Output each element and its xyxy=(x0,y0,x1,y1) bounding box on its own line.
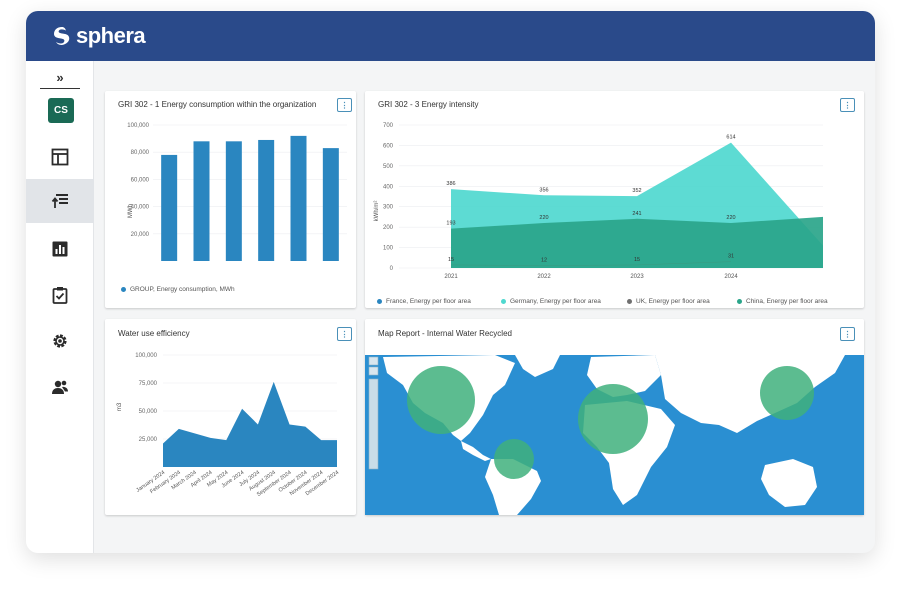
y-tick-label: 25,000 xyxy=(139,437,158,443)
data-label: 386 xyxy=(446,181,455,187)
data-upload-icon xyxy=(51,194,68,208)
energy-intensity-chart: kWh/m² 700 600 500 400 300 200 100 0 386 356 352 61… xyxy=(374,123,823,280)
legend-label: China, Energy per floor area xyxy=(746,298,828,305)
y-tick-label: 200 xyxy=(383,225,394,231)
x-tick-label: 2024 xyxy=(724,274,738,280)
bar xyxy=(225,141,242,261)
double-chevron-right-icon: » xyxy=(56,69,64,85)
data-label: 352 xyxy=(632,188,641,194)
data-label: 193 xyxy=(446,221,455,227)
data-label: 220 xyxy=(539,215,548,221)
sphera-logo-icon xyxy=(54,27,70,45)
y-tick-label: 100 xyxy=(383,246,394,252)
x-tick-label: 2021 xyxy=(444,274,458,280)
app-window: sphera » CS GRI 302 - 1 Energy consumpti… xyxy=(26,11,875,553)
legend-swatch xyxy=(377,299,382,304)
data-label: 356 xyxy=(539,187,548,193)
y-tick-label: 60,000 xyxy=(131,177,150,183)
dashboard-layout-icon xyxy=(51,148,69,166)
y-tick-label: 700 xyxy=(383,123,394,129)
data-label: 614 xyxy=(726,135,735,141)
legend-label: UK, Energy per floor area xyxy=(636,298,710,305)
legend-swatch xyxy=(737,299,742,304)
top-bar: sphera xyxy=(26,11,875,61)
water-recycled-map-card: Map Report - Internal Water Recycled ⋮ xyxy=(365,319,864,515)
sidebar-item-reports[interactable] xyxy=(26,227,94,271)
avatar[interactable]: CS xyxy=(48,98,74,123)
map-zoom-out-button[interactable] xyxy=(368,366,379,376)
map-bubble-north-america[interactable] xyxy=(407,366,475,434)
logo-text: sphera xyxy=(76,23,146,48)
legend-swatch xyxy=(627,299,632,304)
y-axis-label: m3 xyxy=(117,402,123,411)
energy-consumption-card: GRI 302 - 1 Energy consumption within th… xyxy=(105,91,356,308)
energy-intensity-card: GRI 302 - 3 Energy intensity ⋮ kWh/m² 70… xyxy=(365,91,864,308)
y-tick-label: 0 xyxy=(390,266,394,272)
gear-icon xyxy=(53,334,67,348)
y-tick-label: 600 xyxy=(383,143,394,149)
legend-swatch xyxy=(501,299,506,304)
bar xyxy=(193,141,210,261)
map-report-title: Map Report - Internal Water Recycled xyxy=(378,329,512,338)
y-tick-label: 75,000 xyxy=(139,381,158,387)
data-label: 12 xyxy=(541,258,547,264)
world-map[interactable] xyxy=(365,355,864,515)
x-tick-label: 2022 xyxy=(537,274,551,280)
y-tick-label: 80,000 xyxy=(131,150,150,156)
bar xyxy=(161,154,178,261)
bar xyxy=(258,139,275,261)
map-bubble-asia[interactable] xyxy=(760,366,814,420)
sidebar-item-users[interactable] xyxy=(26,365,94,409)
sidebar-item-settings[interactable] xyxy=(26,319,94,363)
water-area xyxy=(163,381,337,467)
y-axis-label: kWh/m² xyxy=(374,201,380,222)
y-tick-label: 400 xyxy=(383,184,394,190)
y-tick-label: 40,000 xyxy=(131,205,150,211)
data-label: 220 xyxy=(726,215,735,221)
data-label: 15 xyxy=(634,257,640,263)
y-tick-label: 500 xyxy=(383,164,394,170)
sidebar-divider xyxy=(40,88,80,89)
map-card-menu-button[interactable]: ⋮ xyxy=(840,327,855,341)
water-efficiency-chart: m3 100,00075,00050,00025,000January 2024… xyxy=(117,353,340,498)
sidebar-item-data-upload[interactable] xyxy=(26,179,94,223)
energy-legend: GROUP, Energy consumption, MWh xyxy=(121,286,235,293)
y-tick-label: 100,000 xyxy=(127,123,149,129)
legend-label: Germany, Energy per floor area xyxy=(510,298,601,305)
map-zoom-in-button[interactable] xyxy=(368,356,379,366)
data-label: 31 xyxy=(728,254,734,260)
sphera-logo[interactable]: sphera xyxy=(52,23,146,49)
sidebar-item-dashboard[interactable] xyxy=(26,135,94,179)
intensity-legend-uk: UK, Energy per floor area xyxy=(627,298,710,305)
water-efficiency-card: Water use efficiency ⋮ m3 100,000 75,000 5… xyxy=(105,319,356,515)
bar xyxy=(290,135,307,261)
intensity-legend-france: France, Energy per floor area xyxy=(377,298,471,305)
legend-swatch xyxy=(121,287,126,292)
intensity-legend-china: China, Energy per floor area xyxy=(737,298,828,305)
y-tick-label: 300 xyxy=(383,205,394,211)
sidebar: » CS xyxy=(26,61,94,553)
expand-sidebar-button[interactable]: » xyxy=(26,67,94,87)
dashboard-main: GRI 302 - 1 Energy consumption within th… xyxy=(94,61,875,553)
data-label: 241 xyxy=(632,211,641,217)
bar xyxy=(322,148,339,261)
x-tick-label: 2023 xyxy=(630,274,644,280)
map-zoom-slider[interactable] xyxy=(368,378,379,470)
clipboard-check-icon xyxy=(52,287,68,304)
map-bubble-europe[interactable] xyxy=(578,384,648,454)
y-tick-label: 100,000 xyxy=(135,353,157,359)
legend-label: GROUP, Energy consumption, MWh xyxy=(130,286,235,293)
intensity-legend-germany: Germany, Energy per floor area xyxy=(501,298,601,305)
data-label: 15 xyxy=(448,257,454,263)
y-tick-label: 50,000 xyxy=(139,409,158,415)
bar-chart-icon xyxy=(52,241,68,257)
sidebar-item-tasks[interactable] xyxy=(26,273,94,317)
map-bubble-south-america[interactable] xyxy=(494,439,534,479)
legend-label: France, Energy per floor area xyxy=(386,298,471,305)
y-tick-label: 20,000 xyxy=(131,232,150,238)
users-icon xyxy=(52,380,68,394)
energy-consumption-chart: MWh 100,00080,00060,00040,00020,000 xyxy=(127,123,347,261)
